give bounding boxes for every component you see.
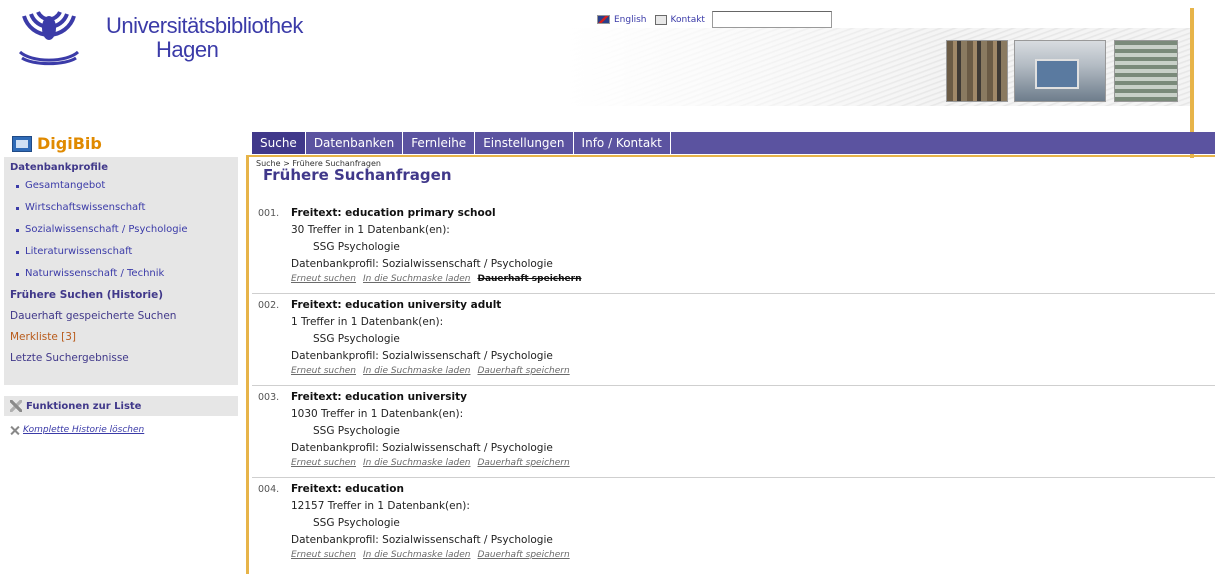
main-nav: Suche Datenbanken Fernleihe Einstellunge…: [252, 132, 1215, 154]
monitor-icon: [12, 135, 32, 152]
save-permanently-link[interactable]: Dauerhaft speichern: [477, 549, 569, 561]
digibib-brand[interactable]: DigiBib: [12, 134, 102, 153]
sidebar-link-saved-searches[interactable]: Dauerhaft gespeicherte Suchen: [10, 306, 232, 327]
entry-number: 001.: [258, 208, 280, 219]
entry-query: Freitext: education primary school: [291, 207, 496, 219]
sidebar-link-watchlist[interactable]: Merkliste [3]: [10, 327, 232, 348]
bullet-icon: [16, 206, 19, 210]
entry-divider: [252, 477, 1215, 478]
top-links: English Kontakt: [597, 11, 832, 28]
tools-icon: [10, 400, 22, 412]
load-into-form-link[interactable]: In die Suchmaske laden: [363, 365, 470, 377]
sidebar-profiles-box: Datenbankprofile Gesamtangebot Wirtschaf…: [4, 157, 238, 385]
delete-icon: [10, 426, 19, 435]
functions-title: Funktionen zur Liste: [26, 400, 142, 412]
history-entry: 004. Freitext: education 12157 Treffer i…: [258, 481, 1215, 561]
entry-database: SSG Psychologie: [313, 333, 400, 345]
entry-profile: Datenbankprofil: Sozialwissenschaft / Ps…: [291, 534, 553, 546]
entry-actions: Erneut suchen In die Suchmaske laden Dau…: [258, 457, 1215, 469]
tab-suche[interactable]: Suche: [252, 132, 306, 154]
entry-hits: 1 Treffer in 1 Datenbank(en):: [291, 316, 444, 328]
contact-icon: [654, 14, 667, 25]
profiles-heading: Datenbankprofile: [10, 162, 108, 173]
entry-query: Freitext: education: [291, 483, 404, 495]
tab-einstellungen[interactable]: Einstellungen: [475, 132, 574, 154]
sidebar-item-literaturwissenschaft[interactable]: Literaturwissenschaft: [10, 241, 232, 263]
sidebar-item-gesamtangebot[interactable]: Gesamtangebot: [10, 175, 232, 197]
entry-number: 002.: [258, 300, 280, 311]
list-functions-box: Funktionen zur Liste: [4, 396, 238, 416]
sidebar-item-label: Sozialwissenschaft / Psychologie: [25, 224, 188, 235]
bullet-icon: [16, 272, 19, 276]
entry-database: SSG Psychologie: [313, 517, 400, 529]
save-permanently-link[interactable]: Dauerhaft speichern: [477, 365, 569, 377]
sidebar-item-wirtschaftswissenschaft[interactable]: Wirtschaftswissenschaft: [10, 197, 232, 219]
search-again-link[interactable]: Erneut suchen: [291, 457, 356, 469]
header-banner-image: [566, 28, 1192, 106]
sidebar-item-label: Gesamtangebot: [25, 180, 106, 191]
entry-profile: Datenbankprofil: Sozialwissenschaft / Ps…: [291, 350, 553, 362]
contact-link[interactable]: Kontakt: [671, 15, 705, 25]
sidebar-item-label: Wirtschaftswissenschaft: [25, 202, 146, 213]
entry-divider: [252, 385, 1215, 386]
history-entry: 002. Freitext: education university adul…: [258, 297, 1215, 377]
entry-query: Freitext: education university adult: [291, 299, 502, 311]
search-again-link[interactable]: Erneut suchen: [291, 549, 356, 561]
page-title: Frühere Suchanfragen: [263, 166, 452, 184]
digibib-label: DigiBib: [37, 134, 102, 153]
sidebar-link-last-results[interactable]: Letzte Suchergebnisse: [10, 348, 232, 369]
bullet-icon: [16, 228, 19, 232]
university-logo-icon[interactable]: [16, 8, 82, 66]
tab-fernleihe[interactable]: Fernleihe: [403, 132, 476, 154]
entry-profile: Datenbankprofil: Sozialwissenschaft / Ps…: [291, 258, 553, 270]
search-again-link[interactable]: Erneut suchen: [291, 365, 356, 377]
tab-info-kontakt[interactable]: Info / Kontakt: [574, 132, 671, 154]
delete-history-row[interactable]: Komplette Historie löschen: [10, 425, 144, 435]
tab-datenbanken[interactable]: Datenbanken: [306, 132, 404, 154]
bullet-icon: [16, 184, 19, 188]
logo-line-2: Hagen: [156, 37, 219, 62]
sidebar-item-label: Naturwissenschaft / Technik: [25, 268, 165, 279]
entry-actions: Erneut suchen In die Suchmaske laden Dau…: [258, 273, 1215, 285]
entry-actions: Erneut suchen In die Suchmaske laden Dau…: [258, 365, 1215, 377]
university-name[interactable]: Universitätsbibliothek Hagen: [106, 14, 303, 62]
entry-hits: 12157 Treffer in 1 Datenbank(en):: [291, 500, 470, 512]
building-photo: [1114, 40, 1178, 102]
load-into-form-link[interactable]: In die Suchmaske laden: [363, 273, 470, 285]
load-into-form-link[interactable]: In die Suchmaske laden: [363, 457, 470, 469]
load-into-form-link[interactable]: In die Suchmaske laden: [363, 549, 470, 561]
save-permanently-link[interactable]: Dauerhaft speichern: [477, 273, 581, 285]
quick-search-input[interactable]: [711, 11, 832, 28]
delete-history-link[interactable]: Komplette Historie löschen: [23, 425, 144, 435]
entry-number: 004.: [258, 484, 280, 495]
entry-database: SSG Psychologie: [313, 241, 400, 253]
entry-profile: Datenbankprofil: Sozialwissenschaft / Ps…: [291, 442, 553, 454]
entry-hits: 1030 Treffer in 1 Datenbank(en):: [291, 408, 464, 420]
history-entry: 003. Freitext: education university 1030…: [258, 389, 1215, 469]
office-photo: [1014, 40, 1106, 102]
entry-divider: [252, 293, 1215, 294]
site-header: Universitätsbibliothek Hagen English Kon…: [0, 0, 1215, 158]
sidebar-link-history[interactable]: Frühere Suchen (Historie): [10, 285, 232, 306]
logo-line-1: Universitätsbibliothek: [106, 13, 303, 38]
entry-query: Freitext: education university: [291, 391, 467, 403]
english-link[interactable]: English: [614, 15, 647, 25]
entry-number: 003.: [258, 392, 280, 403]
sidebar-item-sozialwissenschaft[interactable]: Sozialwissenschaft / Psychologie: [10, 219, 232, 241]
save-permanently-link[interactable]: Dauerhaft speichern: [477, 457, 569, 469]
entry-hits: 30 Treffer in 1 Datenbank(en):: [291, 224, 450, 236]
sidebar-item-label: Literaturwissenschaft: [25, 246, 133, 257]
uk-flag-icon: [597, 15, 610, 24]
history-entry: 001. Freitext: education primary school …: [258, 205, 1215, 285]
bookshelf-photo: [946, 40, 1008, 102]
entry-actions: Erneut suchen In die Suchmaske laden Dau…: [258, 549, 1215, 561]
banner-fade: [566, 28, 946, 106]
search-again-link[interactable]: Erneut suchen: [291, 273, 356, 285]
bullet-icon: [16, 250, 19, 254]
sidebar-item-naturwissenschaft[interactable]: Naturwissenschaft / Technik: [10, 263, 232, 285]
entry-database: SSG Psychologie: [313, 425, 400, 437]
